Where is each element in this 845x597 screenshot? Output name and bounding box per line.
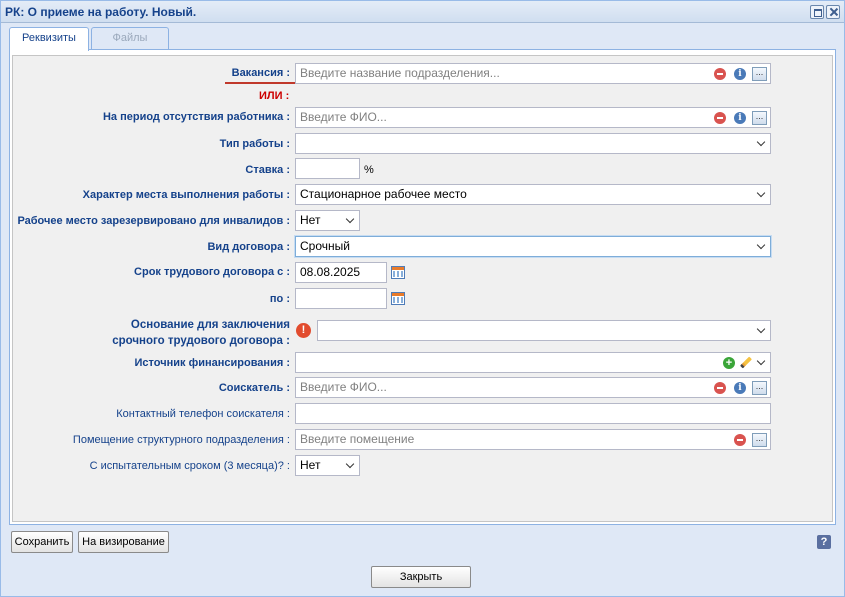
probation-label-text: С испытательным сроком (3 месяца)?	[89, 460, 284, 472]
contract-to-label-text: по	[269, 293, 284, 305]
applicant-placeholder: Введите ФИО...	[300, 380, 387, 394]
info-icon[interactable]: i	[734, 382, 746, 394]
reserved-disabled-label-text: Рабочее место зарезервировано для инвали…	[17, 215, 284, 227]
chevron-down-icon[interactable]	[346, 216, 354, 224]
vacancy-placeholder: Введите название подразделения...	[300, 66, 500, 80]
clear-applicant-icon[interactable]	[714, 382, 726, 394]
clear-premises-icon[interactable]	[734, 434, 746, 446]
applicant-input[interactable]: Введите ФИО...	[295, 377, 771, 398]
vacancy-input[interactable]: Введите название подразделения...	[295, 63, 771, 84]
add-icon[interactable]	[723, 357, 735, 369]
applicant-label: Соискатель :	[218, 382, 290, 394]
work-type-label-text: Тип работы	[219, 138, 284, 150]
applicant-ellipsis-button[interactable]: ...	[752, 381, 767, 395]
funding-source-select[interactable]	[295, 352, 771, 373]
reserved-disabled-label: Рабочее место зарезервировано для инвали…	[17, 215, 290, 227]
tab-files[interactable]: Файлы	[91, 27, 169, 50]
or-text: ИЛИ	[259, 90, 283, 102]
workplace-nature-label: Характер места выполнения работы :	[82, 189, 290, 201]
probation-label: С испытательным сроком (3 месяца)? :	[89, 460, 290, 472]
close-button[interactable]: Закрыть	[371, 566, 471, 588]
rate-label: Ставка :	[245, 164, 290, 176]
basis-label-line2-text: срочного трудового договора	[112, 335, 283, 347]
premises-ellipsis-button[interactable]: ...	[752, 433, 767, 447]
workplace-nature-value: Стационарное рабочее место	[300, 187, 467, 201]
premises-label: Помещение структурного подразделения :	[72, 434, 290, 446]
contract-from-label-text: Срок трудового договора с	[134, 266, 284, 278]
vacancy-ellipsis-button[interactable]: ...	[752, 67, 767, 81]
workplace-nature-select[interactable]: Стационарное рабочее место	[295, 184, 771, 205]
warning-icon: !	[296, 323, 311, 338]
contract-to-label: по :	[269, 293, 290, 305]
basis-label-line1: Основание для заключения	[131, 319, 290, 331]
chevron-down-icon[interactable]	[757, 358, 765, 366]
contract-type-value: Срочный	[300, 239, 350, 253]
premises-placeholder: Введите помещение	[300, 432, 415, 446]
absence-ellipsis-button[interactable]: ...	[752, 111, 767, 125]
save-button[interactable]: Сохранить	[11, 531, 73, 553]
basis-label-line2: срочного трудового договора :	[112, 335, 290, 347]
absence-period-label: На период отсутствия работника :	[102, 111, 290, 123]
window-title: РК: О приеме на работу. Новый.	[5, 5, 197, 19]
close-button-label: Закрыть	[399, 571, 443, 583]
dialog-window: РК: О приеме на работу. Новый. Реквизиты…	[0, 0, 845, 597]
absence-period-input[interactable]: Введите ФИО...	[295, 107, 771, 128]
tab-files-label: Файлы	[112, 32, 148, 44]
approve-button-label: На визирование	[82, 536, 165, 548]
chevron-down-icon[interactable]	[757, 190, 765, 198]
contract-type-label-text: Вид договора	[207, 241, 284, 253]
clear-vacancy-icon[interactable]	[714, 68, 726, 80]
funding-source-label: Источник финансирования :	[134, 357, 290, 369]
contract-to-date[interactable]	[295, 288, 387, 309]
approve-button[interactable]: На визирование	[78, 531, 169, 553]
chevron-down-icon[interactable]	[757, 326, 765, 334]
contract-from-label: Срок трудового договора с :	[134, 266, 290, 278]
title-bar[interactable]: РК: О приеме на работу. Новый.	[1, 1, 844, 23]
premises-label-text: Помещение структурного подразделения	[72, 434, 284, 446]
contract-from-date[interactable]: 08.08.2025	[295, 262, 387, 283]
chevron-down-icon[interactable]	[757, 139, 765, 147]
absence-period-label-text: На период отсутствия работника	[102, 111, 284, 123]
funding-source-label-text: Источник финансирования	[134, 357, 284, 369]
rate-unit: %	[364, 164, 374, 176]
tab-requisites[interactable]: Реквизиты	[9, 27, 89, 51]
contract-type-label: Вид договора :	[207, 241, 290, 253]
chevron-down-icon[interactable]	[346, 461, 354, 469]
calendar-icon[interactable]	[391, 292, 405, 305]
required-underline	[225, 82, 297, 84]
close-icon[interactable]	[826, 5, 840, 19]
save-button-label: Сохранить	[14, 536, 70, 548]
rate-input[interactable]	[295, 158, 360, 179]
clear-absence-icon[interactable]	[714, 112, 726, 124]
vacancy-label: Вакансия :	[231, 67, 290, 79]
applicant-phone-input[interactable]	[295, 403, 771, 424]
pencil-icon[interactable]	[740, 357, 752, 369]
basis-label-line1-text: Основание для заключения	[130, 319, 290, 331]
maximize-icon[interactable]	[810, 5, 824, 19]
applicant-phone-label-text: Контактный телефон соискателя	[116, 408, 284, 420]
probation-value: Нет	[300, 458, 321, 472]
info-icon[interactable]: i	[734, 68, 746, 80]
applicant-phone-label: Контактный телефон соискателя :	[116, 408, 290, 420]
tab-requisites-label: Реквизиты	[22, 32, 76, 44]
help-label: ?	[820, 536, 828, 548]
rate-label-text: Ставка	[245, 164, 284, 176]
workplace-nature-label-text: Характер места выполнения работы	[82, 189, 284, 201]
basis-select[interactable]	[317, 320, 771, 341]
work-type-label: Тип работы :	[219, 138, 290, 150]
vacancy-label-text: Вакансия	[231, 67, 284, 79]
applicant-label-text: Соискатель	[218, 382, 284, 394]
absence-period-placeholder: Введите ФИО...	[300, 110, 387, 124]
premises-input[interactable]: Введите помещение	[295, 429, 771, 450]
chevron-down-icon[interactable]	[757, 242, 765, 250]
contract-from-value: 08.08.2025	[300, 265, 361, 279]
contract-type-select[interactable]: Срочный	[295, 236, 771, 257]
calendar-icon[interactable]	[391, 266, 405, 279]
reserved-disabled-value: Нет	[300, 213, 321, 227]
or-separator: ИЛИ :	[259, 90, 290, 102]
help-icon[interactable]: ?	[817, 535, 831, 549]
work-type-select[interactable]	[295, 133, 771, 154]
info-icon[interactable]: i	[734, 112, 746, 124]
